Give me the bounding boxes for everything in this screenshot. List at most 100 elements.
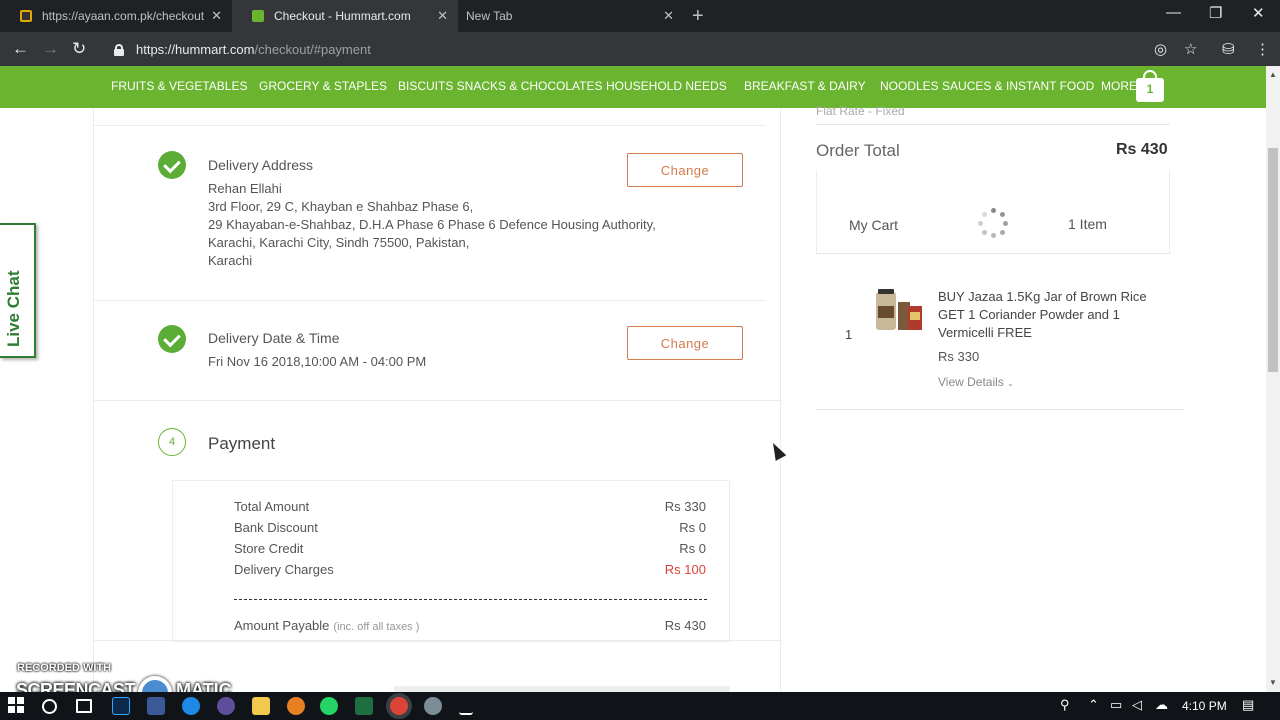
browser-tab-new[interactable]: New Tab ✕ [458, 0, 684, 32]
lock-icon [114, 43, 124, 56]
new-tab-plus-icon[interactable]: + [692, 5, 704, 28]
notifications-icon[interactable]: ▤ [1242, 697, 1254, 713]
check-icon [158, 151, 186, 179]
menu-item-household[interactable]: HOUSEHOLD NEEDS [606, 79, 727, 93]
whatsapp-icon[interactable] [320, 697, 338, 715]
address-name: Rehan Ellahi [208, 181, 282, 196]
cart-count: 1 [1146, 82, 1154, 96]
close-icon[interactable]: ✕ [211, 8, 222, 24]
scroll-down-icon[interactable]: ▼ [1269, 678, 1277, 687]
app-icon[interactable] [459, 697, 473, 715]
excel-icon[interactable] [355, 697, 373, 715]
change-time-button[interactable]: Change [627, 326, 743, 360]
incognito-icon[interactable]: ⛁ [1222, 40, 1235, 58]
menu-item-noodles[interactable]: NOODLES SAUCES & INSTANT FOOD [880, 79, 1094, 93]
payment-title: Payment [208, 434, 276, 453]
battery-icon[interactable]: ▭ [1110, 697, 1122, 713]
file-explorer-icon[interactable] [252, 697, 270, 715]
divider [94, 640, 782, 641]
onedrive-icon[interactable]: ☁ [1155, 697, 1168, 713]
category-menu: FRUITS & VEGETABLES GROCERY & STAPLES BI… [0, 66, 1268, 108]
volume-icon[interactable]: ◁ [1132, 697, 1142, 713]
media-icon[interactable] [217, 697, 235, 715]
menu-item-fruits[interactable]: FRUITS & VEGETABLES [111, 79, 247, 93]
site-favicon-icon [252, 10, 264, 22]
scroll-thumb[interactable] [1268, 148, 1278, 372]
window-close-icon[interactable]: ✕ [1252, 4, 1265, 22]
live-chat-label: Live Chat [4, 270, 23, 347]
checkout-steps: Delivery Address Rehan Ellahi 3rd Floor,… [93, 108, 782, 692]
menu-item-biscuits[interactable]: BISCUITS SNACKS & CHOCOLATES [398, 79, 603, 93]
step-number: 4 [158, 428, 186, 456]
tax-note: (inc. off all taxes ) [333, 621, 420, 633]
bank-discount-label: Bank Discount [234, 520, 318, 535]
windows-taskbar: ⚲ ⌃ ▭ ◁ ☁ 4:10 PM ▤ [0, 692, 1280, 720]
bank-discount-value: Rs 0 [679, 520, 706, 535]
item-quantity: 1 [845, 327, 853, 342]
divider [94, 125, 766, 126]
windows-start-icon[interactable] [8, 697, 26, 715]
menu-item-grocery[interactable]: GROCERY & STAPLES [259, 79, 387, 93]
bookmark-star-icon[interactable]: ☆ [1184, 40, 1197, 58]
cart-item-count: 1 Item [1068, 216, 1107, 232]
amount-payable-label: Amount Payable [234, 618, 330, 633]
menu-item-more[interactable]: MORE [1101, 79, 1137, 93]
task-view-icon[interactable] [76, 699, 92, 713]
chevron-up-icon[interactable]: ⌃ [1088, 697, 1099, 713]
app-icon[interactable] [287, 697, 305, 715]
shipping-method: Flat Rate - Fixed [816, 104, 905, 118]
my-cart-label[interactable]: My Cart [849, 217, 898, 233]
live-chat-button[interactable]: Live Chat [0, 223, 36, 358]
product-name[interactable]: BUY Jazaa 1.5Kg Jar of Brown Rice GET 1 … [938, 288, 1168, 342]
menu-item-breakfast[interactable]: BREAKFAST & DAIRY [744, 79, 866, 93]
loading-spinner-icon [978, 208, 1008, 238]
page-scrollbar[interactable]: ▲ ▼ [1266, 66, 1280, 692]
browser-tab-hummart[interactable]: Checkout - Hummart.com ✕ [232, 0, 458, 32]
product-image [876, 289, 922, 330]
watermark-line1: RECORDED WITH [17, 662, 112, 674]
restore-icon[interactable]: ❐ [1209, 4, 1222, 22]
search-icon[interactable] [42, 699, 57, 714]
url-field[interactable]: https://hummart.com/checkout/#payment [104, 36, 1134, 62]
people-icon[interactable]: ⚲ [1060, 697, 1070, 713]
photoshop-icon[interactable] [112, 697, 130, 715]
back-arrow-icon[interactable]: ← [12, 39, 29, 59]
url-host: https://hummart.com [136, 41, 255, 57]
change-address-button[interactable]: Change [627, 153, 743, 187]
view-details-link[interactable]: View Details ⌄ [938, 375, 1014, 389]
minimize-icon[interactable]: — [1166, 4, 1181, 21]
address-line: 3rd Floor, 29 C, Khayban e Shahbaz Phase… [208, 199, 474, 214]
address-line: Karachi, Karachi City, Sindh 75500, Paki… [208, 235, 470, 250]
scroll-up-icon[interactable]: ▲ [1269, 70, 1277, 79]
amount-payable-value: Rs 430 [664, 618, 706, 633]
address-bar: ← → ↻ https://hummart.com/checkout/#paym… [0, 32, 1280, 66]
reload-icon[interactable]: ↻ [72, 39, 86, 59]
order-total-label: Order Total [816, 141, 900, 160]
app-icon[interactable] [147, 697, 165, 715]
delivery-charges-value: Rs 100 [664, 562, 706, 577]
total-amount-label: Total Amount [234, 499, 310, 514]
forward-arrow-icon[interactable]: → [42, 39, 59, 59]
tab-title: Checkout - Hummart.com [274, 9, 411, 23]
total-amount-value: Rs 330 [664, 499, 706, 514]
clock[interactable]: 4:10 PM [1182, 699, 1227, 713]
url-path: /checkout/#payment [254, 41, 371, 57]
address-line: 29 Khayaban-e-Shahbaz, D.H.A Phase 6 Pha… [208, 217, 656, 232]
payment-summary: Total Amount Rs 330 Bank Discount Rs 0 S… [172, 480, 730, 642]
menu-dots-icon[interactable]: ⋮ [1255, 40, 1270, 58]
app-icon[interactable] [424, 697, 442, 715]
close-icon[interactable]: ✕ [437, 8, 448, 24]
delivery-time-value: Fri Nov 16 2018,10:00 AM - 04:00 PM [208, 354, 427, 369]
edge-icon[interactable] [182, 697, 200, 715]
close-icon[interactable]: ✕ [663, 8, 674, 24]
site-favicon-icon [20, 10, 32, 22]
order-total-value: Rs 430 [1116, 141, 1168, 158]
chrome-icon[interactable] [390, 697, 408, 715]
dashed-divider [234, 599, 707, 600]
browser-tab-ayaan[interactable]: https://ayaan.com.pk/checkout ✕ [0, 0, 232, 32]
divider [94, 300, 766, 301]
location-icon[interactable]: ◎ [1154, 40, 1167, 58]
store-credit-label: Store Credit [234, 541, 304, 556]
delivery-time-title: Delivery Date & Time [208, 330, 340, 346]
cart-bag-button[interactable]: 1 [1134, 70, 1166, 102]
